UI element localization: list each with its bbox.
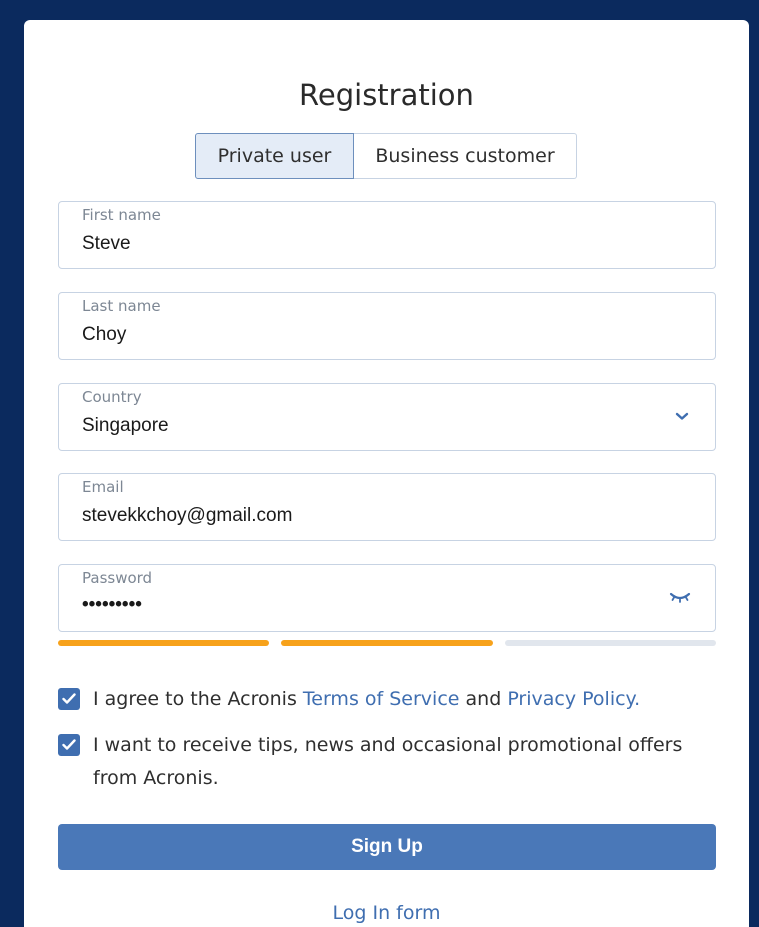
newsletter-text: I want to receive tips, news and occasio… <box>93 734 683 789</box>
strength-segment-3 <box>504 640 716 646</box>
email-value[interactable]: stevekkchoy@gmail.com <box>82 505 292 527</box>
country-label: Country <box>82 388 142 406</box>
chevron-down-icon[interactable] <box>674 408 690 424</box>
checkmark-icon <box>62 693 76 704</box>
terms-row: I agree to the Acronis Terms of Service … <box>58 683 723 716</box>
strength-segment-2 <box>281 640 493 646</box>
password-value[interactable]: ••••••••• <box>82 594 142 616</box>
terms-of-service-link[interactable]: Terms of Service <box>303 688 460 710</box>
newsletter-checkbox[interactable] <box>58 734 80 756</box>
user-type-tabs: Private user Business customer <box>195 133 577 179</box>
first-name-field[interactable]: First name Steve <box>58 201 716 269</box>
newsletter-row: I want to receive tips, news and occasio… <box>58 729 723 795</box>
last-name-value[interactable]: Choy <box>82 324 126 346</box>
privacy-policy-link[interactable]: Privacy Policy. <box>507 688 640 710</box>
last-name-label: Last name <box>82 297 161 315</box>
terms-checkbox[interactable] <box>58 688 80 710</box>
terms-prefix: I agree to the Acronis <box>93 688 297 710</box>
tab-private-user[interactable]: Private user <box>195 133 354 179</box>
password-label: Password <box>82 569 153 587</box>
tab-business-customer[interactable]: Business customer <box>354 133 577 179</box>
country-select[interactable]: Country Singapore <box>58 383 716 451</box>
last-name-field[interactable]: Last name Choy <box>58 292 716 360</box>
first-name-label: First name <box>82 206 161 224</box>
page-title: Registration <box>299 78 474 112</box>
password-field[interactable]: Password ••••••••• <box>58 564 716 632</box>
terms-text: I agree to the Acronis Terms of Service … <box>93 683 723 716</box>
password-strength-meter <box>58 640 716 646</box>
strength-segment-1 <box>58 640 270 646</box>
terms-middle: and <box>465 688 502 710</box>
first-name-value[interactable]: Steve <box>82 233 131 255</box>
email-label: Email <box>82 478 124 496</box>
eye-closed-icon[interactable] <box>669 590 691 604</box>
checkmark-icon <box>62 739 76 750</box>
log-in-form-link[interactable]: Log In form <box>24 902 749 924</box>
registration-card: Registration Private user Business custo… <box>24 20 749 927</box>
email-field[interactable]: Email stevekkchoy@gmail.com <box>58 473 716 541</box>
sign-up-button[interactable]: Sign Up <box>58 824 716 870</box>
country-value[interactable]: Singapore <box>82 415 169 437</box>
